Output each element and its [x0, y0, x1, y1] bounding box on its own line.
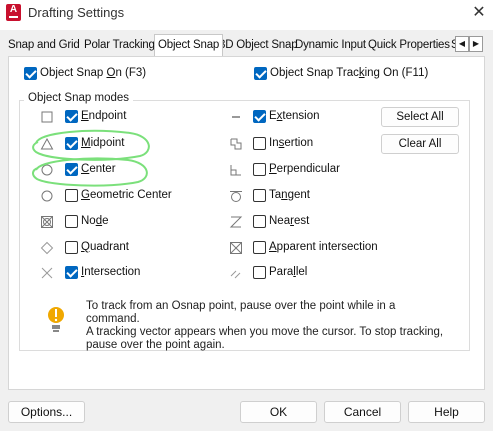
apparent-intersection-icon [230, 242, 242, 254]
geometric-center-icon [41, 190, 53, 202]
geometric-center-checkbox[interactable] [65, 189, 78, 202]
midpoint-label: Midpoint [81, 137, 125, 149]
insertion-checkbox[interactable] [253, 137, 266, 150]
perpendicular-icon [230, 165, 241, 176]
osnap-tracking-label: Object Snap Tracking On (F11) [270, 67, 429, 79]
endpoint-label: Endpoint [81, 110, 127, 122]
insertion-icon [230, 138, 242, 150]
extension-label: Extension [269, 110, 320, 122]
tangent-label: Tangent [269, 189, 310, 201]
parallel-icon [230, 270, 241, 279]
osnap-tracking-checkbox[interactable] [254, 67, 267, 80]
tangent-checkbox[interactable] [253, 189, 266, 202]
intersection-checkbox[interactable] [65, 266, 78, 279]
node-checkbox[interactable] [65, 215, 78, 228]
midpoint-icon [40, 137, 54, 150]
ok-button[interactable]: OK [240, 401, 317, 423]
quadrant-icon [40, 241, 54, 255]
node-label: Node [81, 215, 109, 227]
tangent-icon [230, 191, 242, 202]
center-checkbox[interactable] [65, 163, 78, 176]
apparent-intersection-label: Apparent intersection [269, 241, 378, 253]
midpoint-checkbox[interactable] [65, 137, 78, 150]
info-line-2: A tracking vector appears when you move … [86, 326, 444, 338]
insertion-label: Insertion [269, 137, 314, 149]
apparent-intersection-checkbox[interactable] [253, 241, 266, 254]
nearest-icon [229, 216, 243, 228]
extension-checkbox[interactable] [253, 110, 266, 123]
tab-dynamic-input[interactable]: Dynamic Input [295, 39, 366, 51]
quadrant-checkbox[interactable] [65, 241, 78, 254]
intersection-label: Intersection [81, 266, 141, 278]
geometric-center-label: Geometric Center [81, 189, 172, 201]
perpendicular-checkbox[interactable] [253, 163, 266, 176]
tab-scroll-left-icon[interactable]: ◀ [455, 36, 469, 52]
cancel-button[interactable]: Cancel [324, 401, 401, 423]
parallel-label: Parallel [269, 266, 308, 278]
endpoint-icon [41, 111, 53, 123]
title-bar: A Drafting Settings ✕ [0, 0, 493, 30]
perpendicular-label: Perpendicular [269, 163, 340, 175]
lightbulb-icon [48, 307, 64, 332]
center-icon [41, 164, 53, 176]
tab-scroll-right-icon[interactable]: ▶ [469, 36, 483, 52]
object-snap-modes-title: Object Snap modes [24, 92, 134, 104]
help-button[interactable]: Help [408, 401, 485, 423]
options-button[interactable]: Options... [8, 401, 85, 423]
info-line-3: pause over the point again. [86, 339, 225, 351]
close-icon[interactable]: ✕ [470, 2, 488, 22]
center-label: Center [81, 163, 116, 175]
info-line-1: To track from an Osnap point, pause over… [86, 300, 396, 325]
node-icon [41, 216, 53, 228]
endpoint-checkbox[interactable] [65, 110, 78, 123]
select-all-button[interactable]: Select All [381, 107, 459, 127]
osnap-on-label: Object Snap On (F3) [40, 67, 147, 79]
tab-snap-and-grid[interactable]: Snap and Grid [8, 39, 80, 51]
tab-object-snap[interactable]: Object Snap [154, 34, 224, 56]
window-title: Drafting Settings [28, 5, 125, 20]
tab-quick-properties[interactable]: Quick Properties [368, 39, 450, 51]
osnap-on-checkbox[interactable] [24, 67, 37, 80]
tab-polar-tracking[interactable]: Polar Tracking [84, 39, 155, 51]
intersection-icon [41, 267, 53, 279]
autocad-app-icon: A [6, 4, 21, 21]
parallel-checkbox[interactable] [253, 266, 266, 279]
tab-strip: Snap and Grid Polar Tracking Object Snap… [0, 30, 493, 56]
clear-all-button[interactable]: Clear All [381, 134, 459, 154]
extension-icon [232, 116, 240, 118]
nearest-checkbox[interactable] [253, 215, 266, 228]
tab-3d-object-snap[interactable]: 3D Object Snap [219, 39, 298, 51]
quadrant-label: Quadrant [81, 241, 129, 253]
nearest-label: Nearest [269, 215, 310, 227]
osnap-info-text: To track from an Osnap point, pause over… [86, 300, 446, 352]
